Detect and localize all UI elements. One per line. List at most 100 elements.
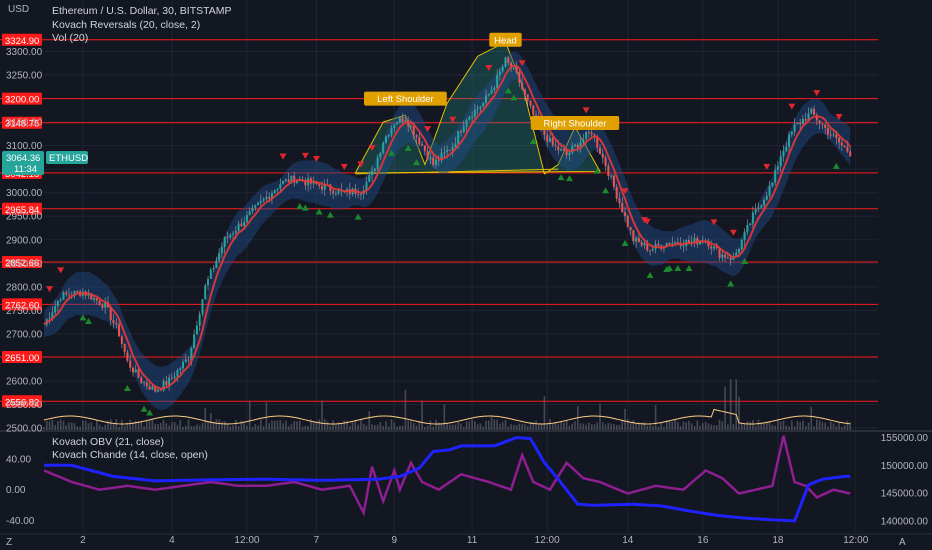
volume-bar: [246, 425, 248, 430]
candle-body: [523, 89, 526, 95]
candle-body: [209, 269, 212, 279]
volume-bar: [824, 422, 826, 430]
candle-body: [782, 150, 785, 157]
price-axis-tick: 3000.00: [6, 188, 43, 199]
volume-bar: [471, 419, 473, 430]
legend-volume[interactable]: Vol (20): [52, 32, 88, 44]
volume-bar: [57, 421, 59, 430]
volume-bar: [810, 406, 813, 430]
volume-bar: [601, 422, 604, 430]
volume-bar: [96, 420, 98, 430]
volume-bar: [221, 421, 223, 430]
volume-bar: [727, 424, 729, 430]
volume-bar: [362, 423, 365, 430]
volume-bar: [123, 425, 126, 430]
volume-bar: [538, 424, 540, 430]
auto-scale-icon[interactable]: A: [899, 537, 906, 548]
volume-bar: [360, 420, 362, 430]
candle-body: [551, 137, 554, 146]
volume-bar: [407, 421, 409, 430]
volume-bar: [404, 389, 407, 430]
candle-body: [409, 125, 412, 127]
candle-body: [774, 169, 777, 183]
chart-canvas[interactable]: 3324.903200.003148.753042.182965.842852.…: [0, 0, 932, 550]
volume-bar: [754, 426, 757, 430]
volume-bar: [399, 425, 401, 430]
candle-body: [226, 236, 229, 238]
volume-bar: [59, 419, 62, 430]
volume-bar: [496, 419, 498, 430]
candle-body: [193, 334, 196, 348]
volume-bar: [329, 426, 332, 430]
volume-bar: [115, 419, 118, 430]
candle-body: [757, 207, 760, 209]
candle-body: [156, 389, 159, 392]
candle-body: [518, 71, 521, 83]
volume-bar: [279, 419, 282, 430]
volume-bar: [749, 422, 751, 430]
volume-bar: [187, 419, 190, 430]
volume-bar: [743, 423, 746, 430]
time-axis-tick: 9: [391, 535, 397, 546]
volume-bar: [432, 426, 434, 430]
candle-body: [240, 223, 243, 226]
volume-bar: [482, 426, 485, 430]
legend-symbol[interactable]: Ethereum / U.S. Dollar, 30, BITSTAMP: [52, 5, 232, 17]
volume-bar: [510, 424, 512, 430]
candle-body: [746, 224, 749, 232]
volume-bar: [335, 424, 337, 430]
timezone-icon[interactable]: Z: [6, 537, 12, 548]
candle-body: [640, 242, 643, 246]
candle-body: [738, 249, 740, 253]
candle-body: [151, 386, 154, 390]
trading-chart[interactable]: 3324.903200.003148.753042.182965.842852.…: [0, 0, 932, 550]
candle-body: [112, 320, 115, 324]
volume-bar: [627, 419, 629, 430]
time-axis-tick: 12:00: [843, 535, 868, 546]
candle-body: [826, 127, 829, 135]
legend-kovach-chande[interactable]: Kovach Chande (14, close, open): [52, 449, 208, 461]
candle-body: [771, 182, 774, 187]
volume-bar: [568, 425, 571, 430]
volume-bar: [54, 424, 56, 430]
legend-kovach-obv[interactable]: Kovach OBV (21, close): [52, 436, 164, 448]
volume-bar: [652, 426, 654, 430]
candle-body: [626, 215, 629, 227]
candle-body: [123, 343, 126, 353]
volume-bar: [610, 423, 612, 430]
volume-bar: [268, 423, 270, 430]
candle-body: [268, 196, 271, 199]
candle-body: [582, 138, 585, 143]
candle-body: [373, 168, 376, 171]
candle-body: [446, 149, 449, 152]
candle-body: [168, 377, 171, 386]
volume-bar: [579, 423, 582, 430]
candle-body: [751, 212, 754, 224]
price-axis-tick: 3250.00: [6, 71, 43, 82]
volume-bar: [315, 421, 318, 430]
volume-bar: [393, 422, 396, 430]
candle-body: [785, 146, 788, 151]
candle-body: [515, 67, 518, 72]
candle-body: [131, 367, 134, 373]
candle-body: [671, 242, 674, 245]
legend-kovach-reversals[interactable]: Kovach Reversals (20, close, 2): [52, 19, 200, 31]
candle-body: [471, 116, 474, 118]
volume-bar: [668, 421, 671, 430]
candle-body: [501, 66, 504, 72]
candle-body: [793, 124, 796, 132]
volume-bar: [793, 426, 796, 430]
candle-body: [195, 325, 198, 335]
volume-bar: [493, 419, 496, 430]
candle-body: [521, 82, 524, 90]
candle-body: [443, 151, 446, 153]
candle-body: [779, 156, 782, 167]
candle-body: [282, 180, 285, 185]
volume-bar: [732, 424, 735, 430]
volume-bar: [412, 423, 415, 430]
volume-bar: [713, 425, 715, 430]
candle-body: [763, 199, 766, 206]
volume-bar: [841, 426, 843, 430]
volume-bar: [546, 424, 548, 430]
candle-body: [421, 144, 424, 146]
